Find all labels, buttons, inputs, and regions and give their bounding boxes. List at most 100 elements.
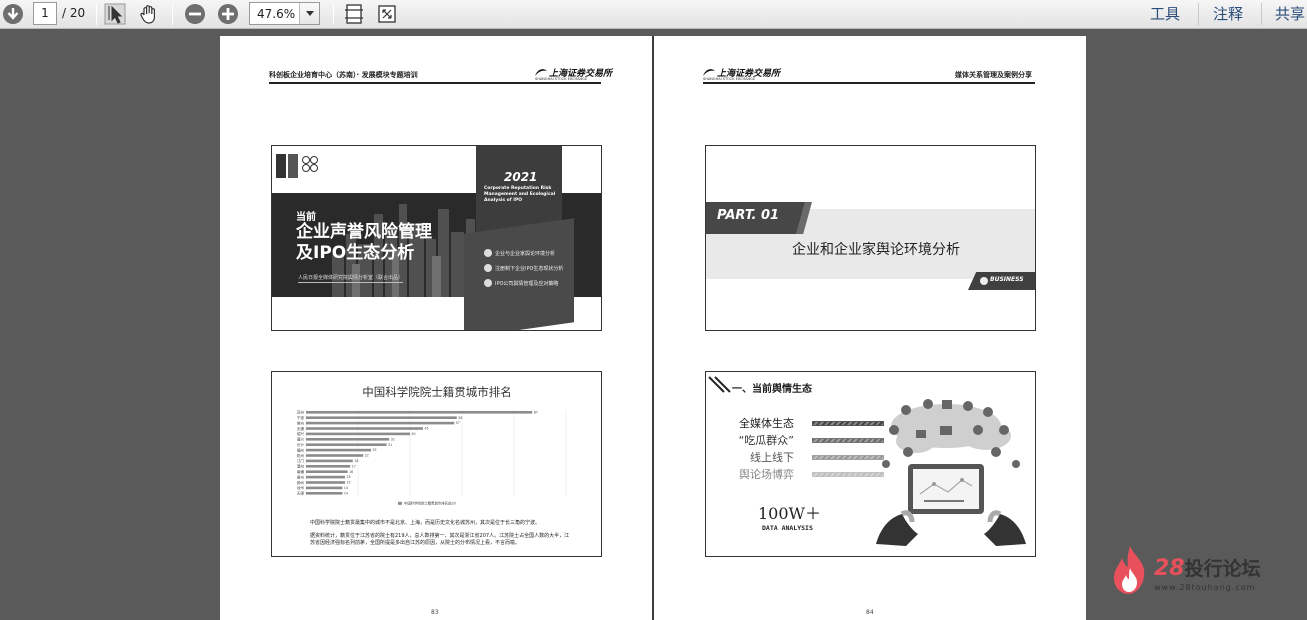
- cover-english-title: Corporate Reputation Risk Management and…: [484, 186, 556, 203]
- bar: [306, 416, 457, 419]
- full-screen-button[interactable]: [374, 2, 400, 26]
- data-caption: DATA ANALYSIS: [762, 524, 813, 532]
- tick-label: 温州: [297, 464, 305, 469]
- page-number-input[interactable]: 1: [33, 2, 57, 25]
- people-daily-logo: [276, 154, 320, 178]
- zoom-out-button[interactable]: [182, 2, 208, 26]
- progress-bar: [812, 471, 884, 477]
- page-header: 媒体关系管理及案例分享: [955, 71, 1032, 79]
- tools-menu[interactable]: 工具: [1150, 3, 1180, 24]
- watermark-url: www.28touhang.com: [1154, 583, 1256, 592]
- plus-circle-icon: [218, 4, 238, 24]
- zoom-value: 47.6%: [257, 7, 296, 21]
- toolbar-divider: [1198, 3, 1199, 25]
- data-big-value: 100W＋: [758, 504, 821, 523]
- page-number: 84: [866, 609, 874, 616]
- next-page-button[interactable]: [0, 2, 26, 26]
- chevron-down-icon[interactable]: [299, 3, 319, 24]
- data-label: 17: [352, 464, 356, 468]
- slide-cover: 2021 Corporate Reputation Risk Managemen…: [271, 145, 602, 331]
- bar: [306, 443, 387, 446]
- data-label: 87: [534, 410, 538, 414]
- slide-academician-ranking: 中国科学院院士籍贯城市排名 苏州 87 宁波 58 常州 57 无锡 45 绍兴 40 嘉兴 32 长沙…: [271, 371, 602, 557]
- zoom-select[interactable]: 47.6%: [249, 2, 320, 25]
- data-label: 15: [347, 475, 351, 479]
- tick-label: 苏州: [297, 410, 305, 415]
- tick-label: 泉州: [297, 474, 305, 479]
- section-title: 企业和企业家舆论环境分析: [792, 242, 960, 258]
- tick-label: 长沙: [297, 442, 305, 447]
- select-tool-button[interactable]: [102, 2, 128, 26]
- toolbar-divider: [172, 3, 173, 25]
- tick-label: 台州: [297, 485, 305, 490]
- data-label: 58: [458, 416, 462, 420]
- legend-label: 中国科学院院士籍贯城市排名前20: [404, 500, 456, 505]
- share-menu[interactable]: 共享: [1275, 3, 1305, 24]
- data-label: 14: [344, 486, 348, 490]
- chart-note: 中国科学院院士籍贯最集中的城市不是北京、上海，而是历史文化名城苏州，其次是位于长…: [310, 520, 541, 526]
- chart-title: 中国科学院院士籍贯城市排名: [362, 385, 512, 399]
- tick-label: 江门: [297, 458, 305, 463]
- arrow-down-circle-icon: [3, 4, 23, 24]
- hand-tool-button[interactable]: [136, 2, 162, 26]
- agenda-item: IPO公司舆情管理及应对策略: [484, 279, 558, 287]
- data-label: 15: [347, 481, 351, 485]
- bar: [306, 481, 345, 484]
- bullet-icon: [484, 264, 492, 272]
- header-rule: [703, 82, 1035, 84]
- ecology-row: 线上线下: [726, 449, 884, 465]
- cursor-icon: [104, 3, 126, 25]
- tick-label: 天津: [297, 491, 305, 496]
- cover-title: 企业声誉风险管理 及IPO生态分析: [296, 222, 432, 263]
- bar: [306, 454, 364, 457]
- flame-logo-icon: [1113, 546, 1145, 594]
- tick-label: 杭州: [297, 453, 305, 458]
- slide-heading: 一、当前舆情生态: [732, 384, 812, 395]
- data-label: 40: [412, 432, 416, 436]
- document-page-right: 上海证券交易所 SHANGHAI STOCK EXCHANGE 媒体关系管理及案…: [654, 36, 1086, 620]
- user-icon: [980, 277, 988, 285]
- zoom-in-button[interactable]: [215, 2, 241, 26]
- toolbar: 1 / 20 47.6% 工具 注释 共享: [0, 0, 1307, 29]
- cover-agenda-panel: [464, 218, 574, 330]
- slide-opinion-ecology: 一、当前舆情生态 全媒体生态 “吃瓜群众” 线上线下 舆论场博弈 100W＋ D…: [705, 371, 1036, 557]
- bar: [306, 459, 353, 463]
- bar: [306, 465, 351, 468]
- chart-note: 据资料统计，籍贯位于江苏省的院士有219人，总人数排第一，其次是浙江省207人。…: [310, 533, 570, 546]
- bar: [306, 432, 410, 436]
- tick-label: 嘉兴: [297, 437, 305, 442]
- sse-logo: 上海证券交易所 SHANGHAI STOCK EXCHANGE: [535, 68, 613, 81]
- bar: [306, 411, 533, 414]
- fit-page-button[interactable]: [341, 2, 367, 26]
- tick-label: 福州: [297, 447, 305, 452]
- expand-icon: [378, 5, 396, 23]
- progress-bar: [812, 420, 884, 426]
- progress-bar: [812, 437, 884, 443]
- data-label: 16: [349, 470, 353, 474]
- data-label: 32: [391, 437, 395, 441]
- header-rule: [269, 82, 601, 84]
- watermark-title: 28投行论坛: [1154, 556, 1261, 581]
- data-label: 57: [456, 421, 460, 425]
- fit-page-icon: [345, 4, 363, 24]
- toolbar-divider: [96, 3, 97, 25]
- bar-chart: 苏州 87 宁波 58 常州 57 无锡 45 绍兴 40 嘉兴 32 长沙 31 福州 25 杭州 22 江门 18…: [297, 410, 567, 505]
- comment-menu[interactable]: 注释: [1213, 3, 1243, 24]
- bar: [306, 486, 343, 490]
- slash-decoration-icon: [708, 376, 731, 393]
- tick-label: 宁波: [297, 415, 305, 420]
- bar: [306, 492, 343, 495]
- sse-logo: 上海证券交易所 SHANGHAI STOCK EXCHANGE: [703, 68, 781, 81]
- sse-emblem-icon: [703, 68, 715, 76]
- cover-caption: 人民日报全媒体研究院舆情分析室（联合出品）: [298, 275, 404, 283]
- bullet-icon: [484, 279, 492, 287]
- bar: [306, 475, 345, 479]
- bar: [306, 421, 455, 425]
- page-header: 科创板企业培育中心（苏南）· 发展模块专题培训: [269, 71, 418, 79]
- sse-emblem-icon: [535, 68, 547, 76]
- data-label: 22: [365, 454, 369, 458]
- ecology-row: 舆论场博弈: [726, 466, 884, 482]
- data-label: 31: [388, 443, 392, 447]
- toolbar-divider: [1261, 3, 1262, 25]
- bar: [306, 427, 423, 430]
